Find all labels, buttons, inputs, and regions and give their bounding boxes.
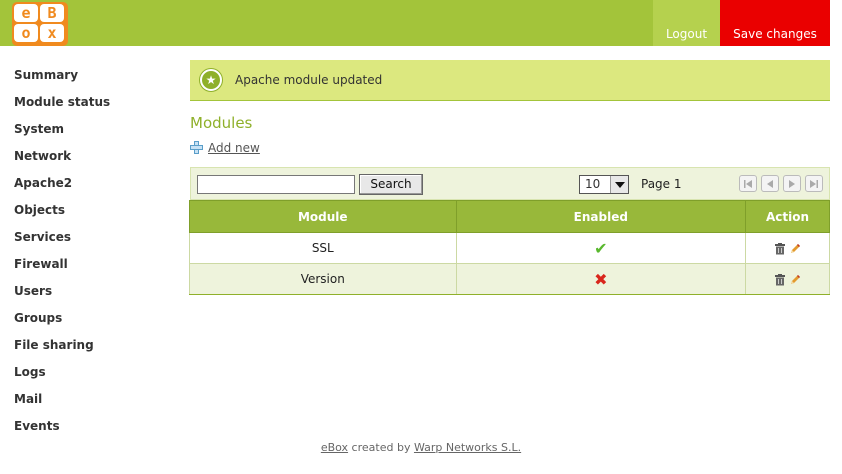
- last-page-button[interactable]: [805, 175, 823, 192]
- add-new-label: Add new: [208, 141, 260, 155]
- trash-icon[interactable]: [774, 273, 786, 286]
- search-input[interactable]: [197, 175, 355, 194]
- column-header-enabled[interactable]: Enabled: [455, 200, 747, 233]
- chevron-down-icon: [610, 176, 628, 193]
- save-changes-button[interactable]: Save changes: [720, 0, 830, 46]
- action-cell: [745, 232, 830, 264]
- sidebar-item-services[interactable]: Services: [14, 228, 174, 255]
- first-page-icon: [744, 180, 752, 188]
- column-header-action: Action: [745, 200, 830, 233]
- previous-page-button[interactable]: [761, 175, 779, 192]
- first-page-button[interactable]: [739, 175, 757, 192]
- module-cell: Version: [189, 263, 457, 295]
- sidebar-item-users[interactable]: Users: [14, 282, 174, 309]
- footer-text: created by: [348, 441, 414, 454]
- next-page-icon: [789, 180, 795, 188]
- top-bar: e B o x Logout Save changes: [0, 0, 842, 46]
- logo-letter: e: [14, 4, 38, 22]
- top-bar-edge: [830, 0, 842, 46]
- footer: eBox created by Warp Networks S.L.: [0, 441, 842, 454]
- module-cell: SSL: [189, 232, 457, 264]
- enabled-cell: ✔: [455, 232, 747, 264]
- footer-company-link[interactable]: Warp Networks S.L.: [414, 441, 521, 454]
- sidebar-item-network[interactable]: Network: [14, 147, 174, 174]
- table-row: Version ✖: [189, 263, 830, 295]
- enabled-cell: ✖: [455, 263, 747, 295]
- ebox-logo[interactable]: e B o x: [14, 4, 66, 44]
- page-indicator: Page 1: [641, 177, 682, 191]
- success-star-icon: ★: [200, 69, 222, 91]
- sidebar-item-system[interactable]: System: [14, 120, 174, 147]
- check-icon: ✔: [594, 238, 608, 258]
- sidebar-item-firewall[interactable]: Firewall: [14, 255, 174, 282]
- sidebar-menu: Summary Module status System Network Apa…: [14, 66, 174, 444]
- sidebar-item-summary[interactable]: Summary: [14, 66, 174, 93]
- logo-letter: B: [40, 4, 64, 22]
- notice-text: Apache module updated: [235, 73, 383, 87]
- sidebar-item-logs[interactable]: Logs: [14, 363, 174, 390]
- plus-icon: [190, 141, 203, 154]
- logout-button[interactable]: Logout: [653, 0, 720, 46]
- sidebar-item-mail[interactable]: Mail: [14, 390, 174, 417]
- sidebar-item-file-sharing[interactable]: File sharing: [14, 336, 174, 363]
- sidebar-item-groups[interactable]: Groups: [14, 309, 174, 336]
- page-title: Modules: [190, 114, 253, 132]
- rows-per-page-value: 10: [585, 177, 601, 191]
- sidebar-item-events[interactable]: Events: [14, 417, 174, 444]
- last-page-icon: [810, 180, 818, 188]
- logo-letter: o: [14, 24, 38, 42]
- footer-ebox-link[interactable]: eBox: [321, 441, 348, 454]
- trash-icon[interactable]: [774, 242, 786, 255]
- success-notice: ★ Apache module updated: [190, 60, 830, 101]
- table-toolbar: Search 10 Page 1: [190, 167, 830, 200]
- next-page-button[interactable]: [783, 175, 801, 192]
- edit-pencil-icon[interactable]: [789, 243, 801, 255]
- sidebar-item-module-status[interactable]: Module status: [14, 93, 174, 120]
- logo-letter: x: [40, 24, 64, 42]
- action-cell: [745, 263, 830, 295]
- add-new-link[interactable]: Add new: [190, 139, 260, 155]
- column-header-module[interactable]: Module: [189, 200, 457, 233]
- sidebar-item-apache2[interactable]: Apache2: [14, 174, 174, 201]
- modules-table: Module Enabled Action SSL ✔ Version ✖: [189, 200, 830, 295]
- cross-icon: ✖: [594, 269, 608, 289]
- table-row: SSL ✔: [189, 232, 830, 264]
- search-button[interactable]: Search: [359, 174, 423, 195]
- edit-pencil-icon[interactable]: [789, 274, 801, 286]
- sidebar-item-objects[interactable]: Objects: [14, 201, 174, 228]
- rows-per-page-select[interactable]: 10: [579, 175, 629, 194]
- table-header-row: Module Enabled Action: [189, 200, 830, 233]
- previous-page-icon: [767, 180, 773, 188]
